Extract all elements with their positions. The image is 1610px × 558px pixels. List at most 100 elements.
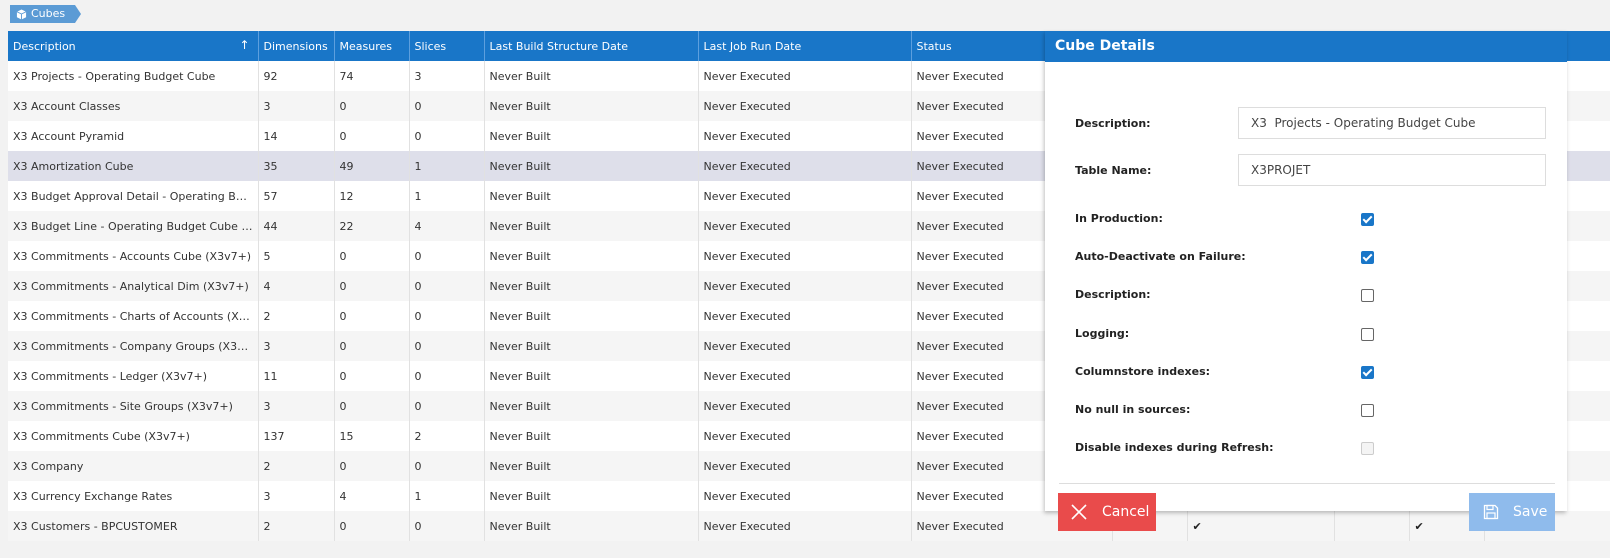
cell-last-job: Never Executed [698, 301, 912, 331]
cell-description: X3 Commitments - Ledger (X3v7+) [8, 361, 259, 391]
panel-title: Cube Details [1045, 31, 1567, 62]
cell-slices: 0 [409, 91, 485, 121]
cell-last-build: Never Built [484, 451, 699, 481]
cell-last-build: Never Built [484, 271, 699, 301]
cell-last-job: Never Executed [698, 361, 912, 391]
cell-measures: 74 [334, 61, 410, 91]
sort-ascending-icon[interactable]: ↑ [239, 38, 249, 52]
cell-last-build: Never Built [484, 181, 699, 211]
option-checkbox[interactable] [1361, 327, 1374, 341]
cell-last-job: Never Executed [698, 211, 912, 241]
cell-last-job: Never Executed [698, 181, 912, 211]
option-label: No null in sources: [1075, 403, 1191, 416]
panel-divider [1059, 483, 1555, 484]
cell-dimensions: 35 [258, 151, 335, 181]
cell-measures: 4 [334, 481, 410, 511]
breadcrumb[interactable]: Cubes [10, 5, 82, 23]
option-checkbox[interactable] [1361, 213, 1374, 226]
option-checkbox[interactable] [1361, 365, 1374, 379]
cell-last-build: Never Built [484, 391, 699, 421]
cell-description: X3 Commitments - Site Groups (X3v7+) [8, 391, 259, 421]
cell-description: X3 Budget Approval Detail - Operating Bu… [8, 181, 259, 211]
option-label: Columnstore indexes: [1075, 364, 1211, 378]
option-checkbox [1361, 442, 1374, 456]
save-button[interactable]: Save [1469, 493, 1555, 531]
column-header-4[interactable]: Last Build Structure Date [484, 31, 699, 61]
column-header-2[interactable]: Measures [334, 31, 410, 61]
column-header-label: Measures [339, 39, 392, 53]
option-label: In Production: [1075, 212, 1163, 225]
cell-slices: 1 [409, 151, 485, 181]
close-icon [1071, 504, 1087, 520]
cell-dimensions: 11 [258, 361, 335, 391]
cancel-button[interactable]: Cancel [1058, 493, 1156, 531]
cell-dimensions: 137 [258, 421, 335, 451]
cell-slices: 3 [409, 61, 485, 91]
cell-last-job: Never Executed [698, 421, 912, 451]
option-checkbox[interactable] [1361, 289, 1374, 303]
description-input[interactable] [1238, 107, 1546, 139]
cell-dimensions: 3 [258, 481, 335, 511]
cell-description: X3 Currency Exchange Rates [8, 481, 259, 511]
cell-last-build: Never Built [484, 91, 699, 121]
column-header-5[interactable]: Last Job Run Date [698, 31, 912, 61]
cell-description: X3 Commitments - Accounts Cube (X3v7+) [8, 241, 259, 271]
cell-measures: 12 [334, 181, 410, 211]
cell-last-build: Never Built [484, 481, 699, 511]
cell-slices: 1 [409, 481, 485, 511]
cell-last-job: Never Executed [698, 121, 912, 151]
cancel-label: Cancel [1102, 504, 1150, 520]
cell-description: X3 Projects - Operating Budget Cube [8, 61, 259, 91]
cell-last-job: Never Executed [698, 511, 912, 541]
option-checkbox[interactable] [1361, 251, 1374, 265]
cell-last-build: Never Built [484, 511, 699, 541]
table-name-input[interactable] [1238, 154, 1546, 186]
cell-last-build: Never Built [484, 121, 699, 151]
cell-slices: 0 [409, 361, 485, 391]
cell-measures: 0 [334, 511, 410, 541]
cell-dimensions: 14 [258, 121, 335, 151]
cell-last-job: Never Executed [698, 271, 912, 301]
option-checkbox[interactable] [1361, 404, 1374, 417]
cell-last-job: Never Executed [698, 151, 912, 181]
column-header-0[interactable]: Description ↑ [8, 31, 259, 61]
cell-measures: 15 [334, 421, 410, 451]
cell-dimensions: 3 [258, 331, 335, 361]
cell-dimensions: 57 [258, 181, 335, 211]
cell-slices: 0 [409, 331, 485, 361]
cell-slices: 0 [409, 301, 485, 331]
cell-slices: 0 [409, 391, 485, 421]
cell-slices: 0 [409, 451, 485, 481]
cell-dimensions: 92 [258, 61, 335, 91]
cell-measures: 0 [334, 91, 410, 121]
cell-measures: 0 [334, 361, 410, 391]
cell-measures: 49 [334, 151, 410, 181]
cell-last-job: Never Executed [698, 241, 912, 271]
cell-last-job: Never Executed [698, 61, 912, 91]
column-header-3[interactable]: Slices [409, 31, 485, 61]
check-icon: ✔ [1414, 519, 1424, 533]
save-label: Save [1513, 504, 1548, 520]
option-label: Logging: [1075, 326, 1130, 340]
cell-last-build: Never Built [484, 301, 699, 331]
option-label: Disable indexes during Refresh: [1075, 441, 1274, 455]
cell-measures: 0 [334, 451, 410, 481]
cell-slices: 1 [409, 181, 485, 211]
cell-last-build: Never Built [484, 211, 699, 241]
table-row[interactable]: X3 Customers - BPCUSTOMER 2 0 0 Never Built N… [8, 511, 1610, 541]
cell-dimensions: 3 [258, 391, 335, 421]
cell-dimensions: 5 [258, 241, 335, 271]
cell-last-job: Never Executed [698, 91, 912, 121]
column-header-1[interactable]: Dimensions [258, 31, 335, 61]
cell-description: X3 Commitments - Analytical Dim (X3v7+) [8, 271, 259, 301]
cell-last-build: Never Built [484, 361, 699, 391]
cell-last-build: Never Built [484, 151, 699, 181]
cube-details-panel: Cube Details Description: Table Name: In… [1045, 31, 1567, 531]
cell-description: X3 Commitments - Company Groups (X3v7+) [8, 331, 259, 361]
description-label: Description: [1075, 117, 1151, 130]
cell-last-job: Never Executed [698, 391, 912, 421]
option-label: Auto-Deactivate on Failure: [1075, 250, 1246, 264]
cell-measures: 22 [334, 211, 410, 241]
check-icon: ✔ [1192, 519, 1202, 533]
save-icon [1483, 504, 1499, 520]
